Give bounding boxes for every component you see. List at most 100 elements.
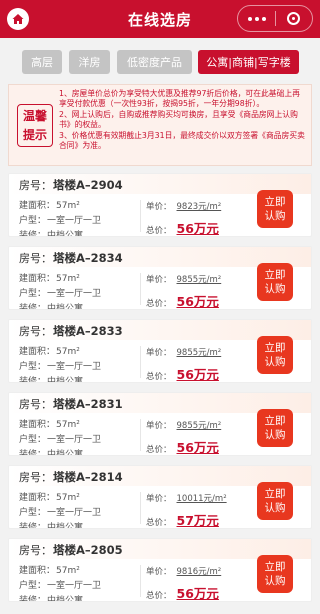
- total-price: 总价： 56万元: [146, 218, 219, 236]
- layout-row: 户型：一室一厅一卫: [19, 432, 101, 445]
- unit-price-value: 9823元/m²: [176, 202, 222, 212]
- unit-card[interactable]: 房号：塔楼A–2831 建面积：57m² 户型：一室一厅一卫 装修：中档公寓 单…: [8, 392, 312, 456]
- unit-card[interactable]: 房号：塔楼A–2833 建面积：57m² 户型：一室一厅一卫 装修：中档公寓 单…: [8, 319, 312, 383]
- divider: [140, 419, 141, 451]
- buy-label-2: 认购: [264, 575, 286, 587]
- tab-apartment-shop-office[interactable]: 公寓|商铺|写字楼: [198, 50, 299, 74]
- unit-price: 单价： 9855元/m²: [146, 273, 221, 285]
- room-number: 房号：塔楼A–2833: [19, 323, 123, 339]
- total-price-label: 总价：: [146, 518, 172, 528]
- decor-value: 中档公寓: [47, 450, 84, 456]
- unit-price-label: 单价：: [146, 567, 172, 577]
- layout-value: 一室一厅一卫: [47, 581, 102, 591]
- area-value: 57m²: [56, 274, 80, 284]
- unit-price-label: 单价：: [146, 348, 172, 358]
- area-label: 建面积：: [19, 274, 56, 284]
- buy-now-button[interactable]: 立即 认购: [257, 555, 293, 593]
- divider: [140, 492, 141, 524]
- total-price-label: 总价：: [146, 226, 172, 236]
- notice-text: 1、房屋单价总价为享受特大优惠及推荐97折后价格，可在此基础上再享受付款优惠（一…: [59, 89, 305, 151]
- room-number: 房号：塔楼A–2831: [19, 396, 123, 412]
- total-price: 总价： 57万元: [146, 510, 219, 528]
- buy-now-button[interactable]: 立即 认购: [257, 263, 293, 301]
- target-icon[interactable]: [276, 12, 312, 25]
- buy-now-button[interactable]: 立即 认购: [257, 409, 293, 447]
- area-value: 57m²: [56, 420, 80, 430]
- room-number: 房号：塔楼A–2805: [19, 542, 123, 558]
- total-price-label: 总价：: [146, 591, 172, 601]
- decor-row: 装修：中档公寓: [19, 447, 84, 456]
- decor-value: 中档公寓: [47, 377, 84, 383]
- area-label: 建面积：: [19, 566, 56, 576]
- area-label: 建面积：: [19, 347, 56, 357]
- layout-label: 户型：: [19, 216, 47, 226]
- area-row: 建面积：57m²: [19, 417, 80, 430]
- decor-value: 中档公寓: [47, 596, 84, 602]
- unit-price-label: 单价：: [146, 421, 172, 431]
- divider: [140, 273, 141, 305]
- unit-price-label: 单价：: [146, 494, 172, 504]
- buy-label-1: 立即: [264, 415, 286, 427]
- room-number: 房号：塔楼A–2904: [19, 177, 123, 193]
- total-price: 总价： 56万元: [146, 364, 219, 382]
- layout-value: 一室一厅一卫: [47, 508, 102, 518]
- decor-value: 中档公寓: [47, 523, 84, 529]
- layout-label: 户型：: [19, 508, 47, 518]
- unit-price-value: 9855元/m²: [176, 275, 222, 285]
- total-price-value: 56万元: [176, 367, 219, 382]
- layout-value: 一室一厅一卫: [47, 289, 102, 299]
- buy-now-button[interactable]: 立即 认购: [257, 190, 293, 228]
- area-value: 57m²: [56, 566, 80, 576]
- layout-label: 户型：: [19, 289, 47, 299]
- total-price-label: 总价：: [146, 445, 172, 455]
- unit-card[interactable]: 房号：塔楼A–2805 建面积：57m² 户型：一室一厅一卫 装修：中档公寓 单…: [8, 538, 312, 602]
- room-label: 房号：: [19, 325, 52, 338]
- decor-value: 中档公寓: [47, 304, 84, 310]
- buy-label-2: 认购: [264, 429, 286, 441]
- area-row: 建面积：57m²: [19, 344, 80, 357]
- layout-value: 一室一厅一卫: [47, 216, 102, 226]
- unit-card[interactable]: 房号：塔楼A–2834 建面积：57m² 户型：一室一厅一卫 装修：中档公寓 单…: [8, 246, 312, 310]
- layout-row: 户型：一室一厅一卫: [19, 286, 101, 299]
- area-label: 建面积：: [19, 420, 56, 430]
- room-label: 房号：: [19, 398, 52, 411]
- mini-program-capsule: [237, 5, 313, 32]
- layout-value: 一室一厅一卫: [47, 362, 102, 372]
- unit-card[interactable]: 房号：塔楼A–2814 建面积：57m² 户型：一室一厅一卫 装修：中档公寓 单…: [8, 465, 312, 529]
- unit-price-value: 10011元/m²: [176, 494, 227, 504]
- notice-line-1: 1、房屋单价总价为享受特大优惠及推荐97折后价格，可在此基础上再享受付款优惠（一…: [59, 89, 300, 109]
- decor-label: 装修：: [19, 450, 47, 456]
- total-price-value: 56万元: [176, 221, 219, 236]
- decor-label: 装修：: [19, 596, 47, 602]
- buy-now-button[interactable]: 立即 认购: [257, 336, 293, 374]
- buy-label-1: 立即: [264, 488, 286, 500]
- room-value: 塔楼A–2805: [53, 543, 123, 557]
- layout-row: 户型：一室一厅一卫: [19, 578, 101, 591]
- area-value: 57m²: [56, 201, 80, 211]
- layout-row: 户型：一室一厅一卫: [19, 359, 101, 372]
- total-price: 总价： 56万元: [146, 437, 219, 455]
- room-label: 房号：: [19, 179, 52, 192]
- buy-now-button[interactable]: 立即 认购: [257, 482, 293, 520]
- buy-label-1: 立即: [264, 561, 286, 573]
- decor-value: 中档公寓: [47, 231, 84, 237]
- area-label: 建面积：: [19, 493, 56, 503]
- unit-price-label: 单价：: [146, 275, 172, 285]
- room-value: 塔楼A–2833: [53, 324, 123, 338]
- more-dots-icon[interactable]: [238, 16, 275, 21]
- tab-high-rise[interactable]: 高层: [22, 50, 62, 74]
- layout-label: 户型：: [19, 435, 47, 445]
- unit-card[interactable]: 房号：塔楼A–2904 建面积：57m² 户型：一室一厅一卫 装修：中档公寓 单…: [8, 173, 312, 237]
- tab-villa-style[interactable]: 洋房: [69, 50, 110, 74]
- area-row: 建面积：57m²: [19, 490, 80, 503]
- buy-label-2: 认购: [264, 210, 286, 222]
- divider: [140, 565, 141, 597]
- decor-row: 装修：中档公寓: [19, 593, 84, 602]
- unit-price: 单价： 9855元/m²: [146, 419, 221, 431]
- room-value: 塔楼A–2904: [53, 178, 123, 192]
- room-label: 房号：: [19, 471, 52, 484]
- decor-row: 装修：中档公寓: [19, 520, 84, 529]
- area-row: 建面积：57m²: [19, 563, 80, 576]
- tip-badge-line1: 温馨: [22, 109, 47, 123]
- tab-low-density[interactable]: 低密度产品: [117, 50, 192, 74]
